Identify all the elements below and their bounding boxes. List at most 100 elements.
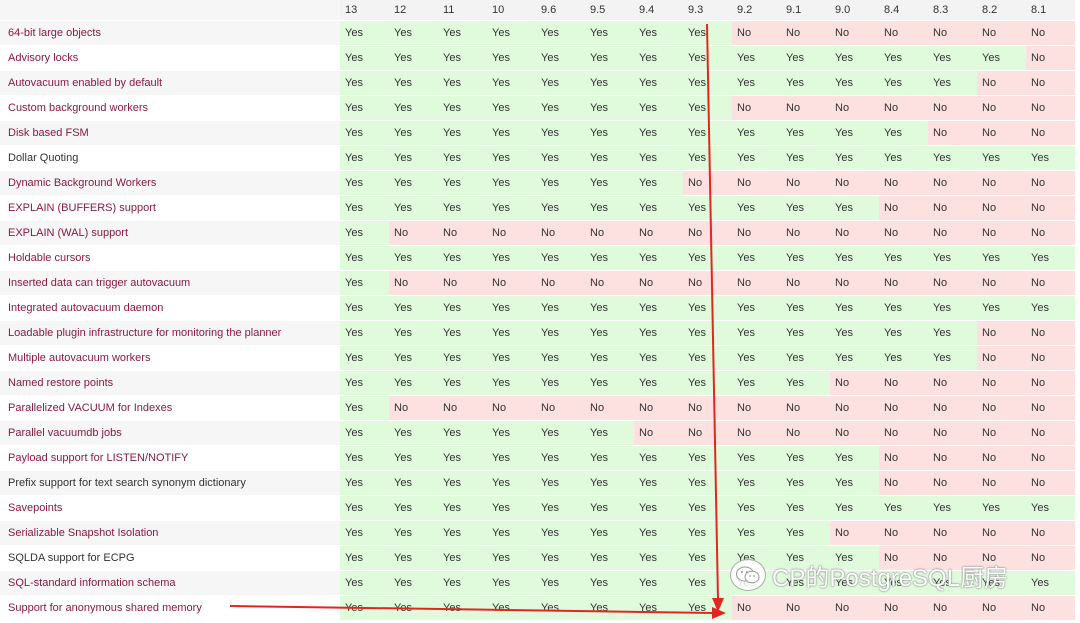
feature-link[interactable]: Payload support for LISTEN/NOTIFY [0, 446, 340, 471]
support-cell: No [1026, 521, 1075, 546]
support-cell: No [683, 221, 732, 246]
feature-link[interactable]: Advisory locks [0, 46, 340, 71]
support-cell: Yes [781, 496, 830, 521]
feature-link[interactable]: 64-bit large objects [0, 21, 340, 46]
version-header: 9.4 [634, 0, 683, 21]
support-cell: Yes [732, 296, 781, 321]
support-cell: Yes [634, 96, 683, 121]
support-cell: Yes [781, 246, 830, 271]
feature-link[interactable]: Holdable cursors [0, 246, 340, 271]
support-cell: Yes [634, 246, 683, 271]
support-cell: No [732, 221, 781, 246]
support-cell: No [977, 396, 1026, 421]
support-cell: Yes [683, 571, 732, 596]
table-row: Named restore pointsYesYesYesYesYesYesYe… [0, 371, 1075, 396]
feature-link[interactable]: Multiple autovacuum workers [0, 346, 340, 371]
version-header: 9.3 [683, 0, 732, 21]
support-cell: Yes [683, 521, 732, 546]
feature-link[interactable]: Integrated autovacuum daemon [0, 296, 340, 321]
watermark-text: CP的PostgreSQL厨房 [772, 558, 1008, 593]
support-cell: Yes [536, 196, 585, 221]
support-cell: No [438, 221, 487, 246]
support-cell: Yes [683, 46, 732, 71]
support-cell: No [1026, 596, 1075, 621]
support-cell: Yes [977, 296, 1026, 321]
feature-name: SQLDA support for ECPG [0, 546, 340, 571]
support-cell: Yes [634, 346, 683, 371]
support-cell: Yes [536, 71, 585, 96]
support-cell: Yes [536, 146, 585, 171]
table-row: Prefix support for text search synonym d… [0, 471, 1075, 496]
support-cell: Yes [732, 246, 781, 271]
support-cell: Yes [1026, 296, 1075, 321]
support-cell: No [879, 521, 928, 546]
support-cell: Yes [536, 296, 585, 321]
feature-link[interactable]: Support for anonymous shared memory [0, 596, 340, 621]
support-cell: No [487, 271, 536, 296]
support-cell: No [732, 396, 781, 421]
feature-link[interactable]: Autovacuum enabled by default [0, 71, 340, 96]
support-cell: Yes [487, 446, 536, 471]
support-cell: No [634, 396, 683, 421]
feature-name: Dollar Quoting [0, 146, 340, 171]
support-cell: Yes [683, 146, 732, 171]
table-row: Autovacuum enabled by defaultYesYesYesYe… [0, 71, 1075, 96]
support-cell: Yes [830, 296, 879, 321]
feature-link[interactable]: EXPLAIN (BUFFERS) support [0, 196, 340, 221]
feature-link[interactable]: EXPLAIN (WAL) support [0, 221, 340, 246]
support-cell: Yes [536, 371, 585, 396]
support-cell: Yes [585, 171, 634, 196]
support-cell: No [536, 221, 585, 246]
support-cell: No [928, 271, 977, 296]
support-cell: Yes [487, 246, 536, 271]
feature-link[interactable]: Parallelized VACUUM for Indexes [0, 396, 340, 421]
feature-link[interactable]: Named restore points [0, 371, 340, 396]
support-cell: Yes [389, 246, 438, 271]
support-cell: Yes [781, 46, 830, 71]
support-cell: No [879, 371, 928, 396]
table-row: Serializable Snapshot IsolationYesYesYes… [0, 521, 1075, 546]
feature-link[interactable]: Disk based FSM [0, 121, 340, 146]
support-cell: No [830, 371, 879, 396]
support-cell: Yes [585, 296, 634, 321]
feature-link[interactable]: Dynamic Background Workers [0, 171, 340, 196]
support-cell: Yes [536, 346, 585, 371]
support-cell: No [879, 596, 928, 621]
support-cell: Yes [634, 121, 683, 146]
feature-link[interactable]: Parallel vacuumdb jobs [0, 421, 340, 446]
support-cell: Yes [487, 371, 536, 396]
support-cell: No [781, 171, 830, 196]
support-cell: Yes [830, 71, 879, 96]
support-cell: No [928, 96, 977, 121]
support-cell: Yes [438, 421, 487, 446]
version-header: 8.3 [928, 0, 977, 21]
feature-link[interactable]: Savepoints [0, 496, 340, 521]
support-cell: No [830, 271, 879, 296]
feature-link[interactable]: Serializable Snapshot Isolation [0, 521, 340, 546]
table-row: EXPLAIN (BUFFERS) supportYesYesYesYesYes… [0, 196, 1075, 221]
table-row: Payload support for LISTEN/NOTIFYYesYesY… [0, 446, 1075, 471]
support-cell: Yes [487, 21, 536, 46]
table-row: Parallelized VACUUM for IndexesYesNoNoNo… [0, 396, 1075, 421]
support-cell: Yes [340, 596, 389, 621]
support-cell: Yes [1026, 571, 1075, 596]
support-cell: Yes [634, 446, 683, 471]
support-cell: Yes [536, 471, 585, 496]
feature-link[interactable]: Loadable plugin infrastructure for monit… [0, 321, 340, 346]
support-cell: Yes [732, 146, 781, 171]
support-cell: Yes [389, 421, 438, 446]
support-cell: Yes [830, 121, 879, 146]
support-cell: No [781, 271, 830, 296]
feature-link[interactable]: SQL-standard information schema [0, 571, 340, 596]
feature-link[interactable]: Custom background workers [0, 96, 340, 121]
support-cell: Yes [879, 496, 928, 521]
support-cell: Yes [389, 496, 438, 521]
table-row: Support for anonymous shared memoryYesYe… [0, 596, 1075, 621]
support-cell: Yes [389, 96, 438, 121]
support-cell: Yes [634, 196, 683, 221]
support-cell: No [879, 96, 928, 121]
support-cell: Yes [487, 471, 536, 496]
support-cell: Yes [1026, 246, 1075, 271]
support-cell: Yes [585, 346, 634, 371]
feature-link[interactable]: Inserted data can trigger autovacuum [0, 271, 340, 296]
